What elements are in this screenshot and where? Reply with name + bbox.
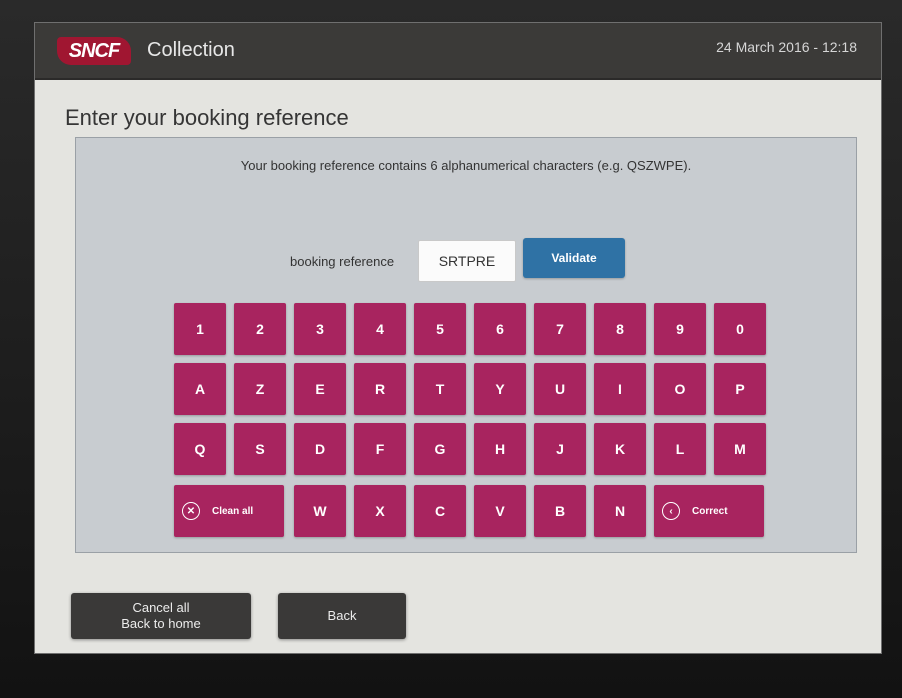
clean-all-label: Clean all <box>212 505 254 517</box>
key-m[interactable]: M <box>714 423 766 475</box>
page-title: Enter your booking reference <box>65 105 349 130</box>
key-s[interactable]: S <box>234 423 286 475</box>
validate-button[interactable]: Validate <box>523 238 625 278</box>
key-z[interactable]: Z <box>234 363 286 415</box>
booking-reference-label: booking reference <box>290 254 395 269</box>
key-8[interactable]: 8 <box>594 303 646 355</box>
key-0[interactable]: 0 <box>714 303 766 355</box>
booking-hint: Your booking reference contains 6 alphan… <box>240 158 692 173</box>
key-f[interactable]: F <box>354 423 406 475</box>
sncf-logo: SNCF <box>57 37 131 65</box>
key-1[interactable]: 1 <box>174 303 226 355</box>
key-e[interactable]: E <box>294 363 346 415</box>
key-5[interactable]: 5 <box>414 303 466 355</box>
key-9[interactable]: 9 <box>654 303 706 355</box>
key-o[interactable]: O <box>654 363 706 415</box>
clean-all-button[interactable]: ✕ Clean all <box>174 485 284 537</box>
key-w[interactable]: W <box>294 485 346 537</box>
key-t[interactable]: T <box>414 363 466 415</box>
key-n[interactable]: N <box>594 485 646 537</box>
key-l[interactable]: L <box>654 423 706 475</box>
back-button[interactable]: Back <box>278 593 406 639</box>
key-6[interactable]: 6 <box>474 303 526 355</box>
key-q[interactable]: Q <box>174 423 226 475</box>
datetime: 24 March 2016 - 12:18 <box>716 39 857 55</box>
cancel-all-label: Cancel all <box>132 600 190 615</box>
key-p[interactable]: P <box>714 363 766 415</box>
key-i[interactable]: I <box>594 363 646 415</box>
key-j[interactable]: J <box>534 423 586 475</box>
booking-panel: Your booking reference contains 6 alphan… <box>75 137 857 553</box>
key-3[interactable]: 3 <box>294 303 346 355</box>
key-a[interactable]: A <box>174 363 226 415</box>
app-title: Collection <box>147 39 235 61</box>
header-bar: SNCF Collection 24 March 2016 - 12:18 <box>35 23 881 80</box>
left-chevron-circle-icon: ‹ <box>662 502 680 520</box>
correct-label: Correct <box>692 505 728 517</box>
key-k[interactable]: K <box>594 423 646 475</box>
key-h[interactable]: H <box>474 423 526 475</box>
key-u[interactable]: U <box>534 363 586 415</box>
virtual-keyboard: 1 2 3 4 5 6 7 8 9 0 A Z E R T Y U I O P … <box>174 303 794 543</box>
key-4[interactable]: 4 <box>354 303 406 355</box>
key-v[interactable]: V <box>474 485 526 537</box>
correct-button[interactable]: ‹ Correct <box>654 485 764 537</box>
key-r[interactable]: R <box>354 363 406 415</box>
key-7[interactable]: 7 <box>534 303 586 355</box>
kiosk-screen: SNCF Collection 24 March 2016 - 12:18 En… <box>34 22 882 654</box>
key-x[interactable]: X <box>354 485 406 537</box>
key-2[interactable]: 2 <box>234 303 286 355</box>
key-d[interactable]: D <box>294 423 346 475</box>
cancel-all-button[interactable]: Cancel all Back to home <box>71 593 251 639</box>
key-y[interactable]: Y <box>474 363 526 415</box>
key-g[interactable]: G <box>414 423 466 475</box>
key-b[interactable]: B <box>534 485 586 537</box>
back-to-home-label: Back to home <box>121 616 201 631</box>
x-circle-icon: ✕ <box>182 502 200 520</box>
key-c[interactable]: C <box>414 485 466 537</box>
booking-reference-input[interactable]: SRTPRE <box>418 240 516 282</box>
